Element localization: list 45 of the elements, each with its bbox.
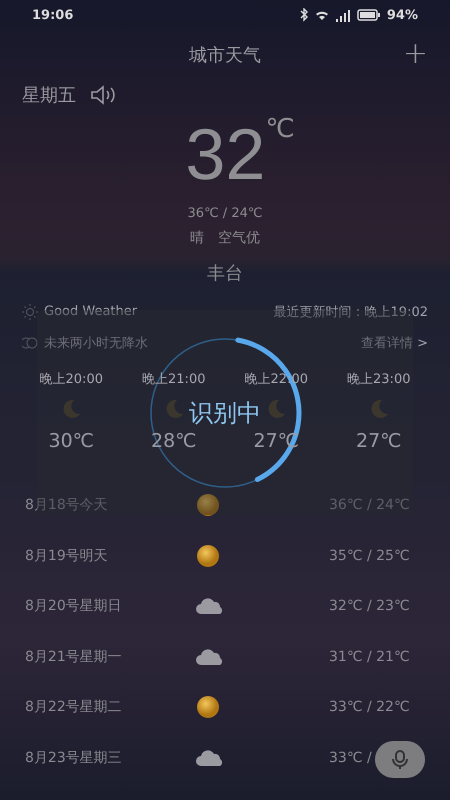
- cloud-icon: [195, 596, 225, 616]
- info-text: Good Weather: [44, 304, 138, 319]
- add-city-button[interactable]: +: [402, 36, 428, 72]
- forecast-date: 8月20号星期日: [25, 597, 123, 616]
- hour-temperature: 30℃: [48, 430, 94, 452]
- cloud-icon: [195, 748, 225, 768]
- microphone-icon: [391, 750, 409, 770]
- forecast-date: 8月23号星期三: [25, 748, 123, 767]
- hour-time: 晚上20:00: [40, 371, 103, 388]
- wifi-icon: [314, 9, 329, 21]
- forecast-temperature: 33℃ /: [329, 750, 372, 766]
- info-text: 未来两小时无降水: [44, 334, 149, 352]
- temperature-unit: ℃: [265, 114, 295, 144]
- forecast-date: 8月21号星期一: [25, 648, 123, 666]
- forecast-date: 8月18号今天: [25, 496, 109, 514]
- cloud-icon: [195, 646, 225, 667]
- microphone-button[interactable]: [375, 741, 425, 778]
- sun-icon: [22, 304, 38, 320]
- forecast-date: 8月22号星期二: [25, 698, 123, 716]
- signal-icon: [334, 8, 351, 22]
- forecast-temperature: 36℃ / 24℃: [329, 497, 410, 514]
- forecast-temperature: 31℃ / 21℃: [329, 648, 410, 665]
- forecast-temperature: 33℃ / 22℃: [329, 699, 410, 716]
- sun-icon: [195, 542, 221, 569]
- air-quality: 空气优: [218, 229, 260, 247]
- info-detail: 最近更新时间：晚上19:02: [274, 304, 428, 320]
- forecast-temperature: 35℃ / 25℃: [329, 548, 410, 564]
- bluetooth-icon: [298, 8, 309, 22]
- city-name: 丰台: [207, 262, 243, 285]
- weekday-label: 星期五: [22, 84, 76, 107]
- current-temperature: 32: [185, 114, 266, 197]
- hour-temperature: 27℃: [356, 430, 402, 452]
- battery-icon: [356, 9, 381, 21]
- recognizing-text: 识别中: [189, 398, 261, 428]
- status-time: 19:06: [32, 8, 74, 22]
- weather-condition: 晴: [190, 229, 204, 247]
- battery-percent: 94%: [386, 8, 418, 22]
- sun-icon: [195, 694, 221, 720]
- forecast-date: 8月19号明天: [25, 546, 109, 565]
- cloud-moon-icon: [22, 334, 38, 350]
- hour-time: 晚上23:00: [347, 371, 410, 388]
- forecast-temperature: 32℃ / 23℃: [329, 598, 410, 614]
- sun-icon: [195, 492, 221, 518]
- temperature-range: 36℃ / 24℃: [188, 206, 262, 220]
- page-title: 城市天气: [189, 44, 261, 67]
